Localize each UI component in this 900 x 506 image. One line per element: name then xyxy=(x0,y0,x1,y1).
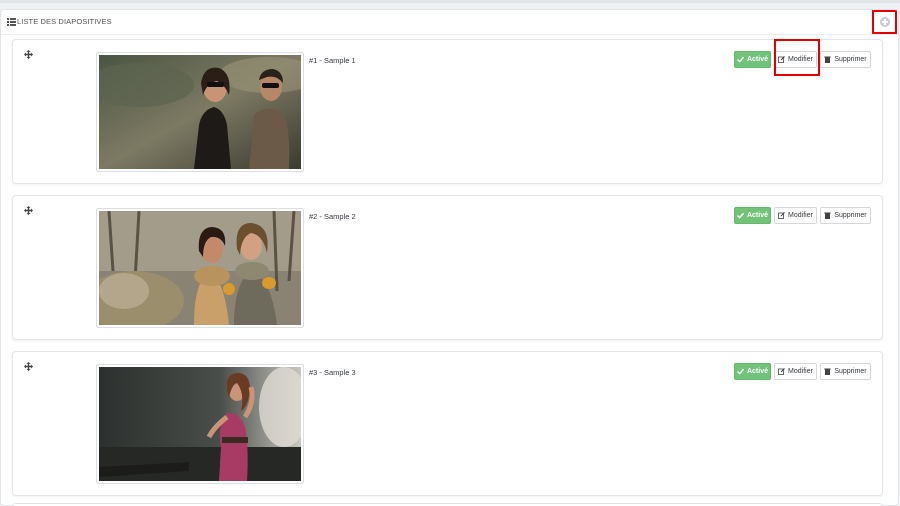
slide-actions: Activé Modifier Supprimer xyxy=(734,363,871,380)
add-slide-button[interactable] xyxy=(872,10,897,34)
slide-thumbnail[interactable] xyxy=(96,208,304,328)
slide-title: #2 - Sample 2 xyxy=(309,212,356,221)
edit-button[interactable]: Modifier xyxy=(774,363,817,380)
slide-title: #1 - Sample 1 xyxy=(309,56,356,65)
slide-thumbnail[interactable] xyxy=(96,364,304,484)
slide-item-2: #2 - Sample 2 Activé Modifier Supprimer xyxy=(12,195,883,340)
plus-circle-icon xyxy=(880,17,890,27)
check-icon xyxy=(737,212,744,219)
two-women-in-scarves-photo xyxy=(99,211,301,325)
edit-icon xyxy=(778,368,785,375)
list-icon xyxy=(7,18,16,26)
status-label: Activé xyxy=(746,368,768,375)
edit-icon xyxy=(778,56,785,63)
drag-handle-icon[interactable] xyxy=(24,362,33,371)
top-strip xyxy=(0,0,900,3)
panel-heading: LISTE DES DIAPOSITIVES xyxy=(1,10,898,35)
check-icon xyxy=(737,368,744,375)
panel-title: LISTE DES DIAPOSITIVES xyxy=(17,17,112,26)
trash-icon xyxy=(824,368,832,375)
check-icon xyxy=(737,56,744,63)
edit-label: Modifier xyxy=(788,212,813,219)
slide-thumbnail[interactable] xyxy=(96,52,304,172)
slide-actions: Activé Modifier Supprimer xyxy=(734,207,871,224)
trash-icon xyxy=(824,212,832,219)
edit-label: Modifier xyxy=(788,56,813,63)
delete-button[interactable]: Supprimer xyxy=(820,51,871,68)
edit-button[interactable]: Modifier xyxy=(774,51,817,68)
delete-label: Supprimer xyxy=(834,368,867,375)
slide-item-1: #1 - Sample 1 Activé Modifier Supprimer xyxy=(12,39,883,184)
drag-handle-icon[interactable] xyxy=(24,50,33,59)
status-label: Activé xyxy=(746,212,768,219)
delete-label: Supprimer xyxy=(834,56,867,63)
delete-button[interactable]: Supprimer xyxy=(820,363,871,380)
trash-icon xyxy=(824,56,832,63)
slide-title: #3 - Sample 3 xyxy=(309,368,356,377)
status-active-button[interactable]: Activé xyxy=(734,51,771,68)
drag-handle-icon[interactable] xyxy=(24,206,33,215)
status-active-button[interactable]: Activé xyxy=(734,363,771,380)
status-label: Activé xyxy=(746,56,768,63)
delete-button[interactable]: Supprimer xyxy=(820,207,871,224)
couple-in-sunglasses-photo xyxy=(99,55,301,169)
edit-button[interactable]: Modifier xyxy=(774,207,817,224)
woman-in-pink-dress-photo xyxy=(99,367,301,481)
slide-actions: Activé Modifier Supprimer xyxy=(734,51,871,68)
status-active-button[interactable]: Activé xyxy=(734,207,771,224)
delete-label: Supprimer xyxy=(834,212,867,219)
slide-item-3: #3 - Sample 3 Activé Modifier Supprimer xyxy=(12,351,883,496)
edit-icon xyxy=(778,212,785,219)
edit-label: Modifier xyxy=(788,368,813,375)
